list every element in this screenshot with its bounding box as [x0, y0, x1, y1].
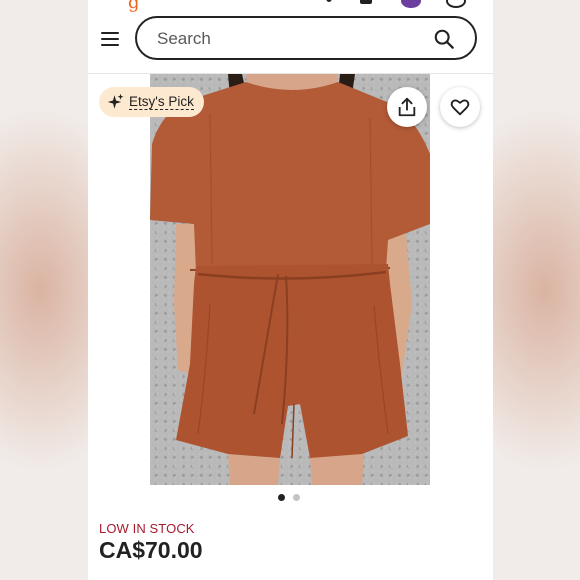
top-bar-fragment: g [88, 0, 493, 13]
garment-illustration [150, 74, 430, 485]
listing-image-carousel[interactable]: Etsy's Pick [88, 74, 493, 486]
carousel-pagination [278, 494, 300, 501]
search-bar[interactable] [135, 16, 477, 60]
favorite-button[interactable] [440, 87, 480, 127]
share-button[interactable] [387, 87, 427, 127]
search-icon[interactable] [433, 28, 455, 50]
bell-icon[interactable] [360, 0, 372, 4]
pagination-dot-active[interactable] [278, 494, 285, 501]
heart-icon [450, 99, 470, 116]
menu-icon [101, 32, 119, 34]
search-input[interactable] [155, 27, 419, 51]
sparkle-icon [107, 93, 124, 109]
favorites-icon[interactable] [326, 0, 332, 2]
menu-button[interactable] [98, 27, 124, 51]
pagination-dot[interactable] [293, 494, 300, 501]
stock-status: LOW IN STOCK [99, 521, 195, 536]
listing-photo[interactable] [150, 74, 430, 485]
account-avatar[interactable] [401, 0, 421, 8]
etsys-pick-badge[interactable]: Etsy's Pick [99, 87, 204, 117]
cart-icon[interactable] [446, 0, 466, 8]
etsy-logo-fragment[interactable]: g [128, 0, 140, 13]
share-icon [398, 97, 416, 117]
app-screen: g Search Etsy's Pick LOW IN STOCK CA$70.… [88, 0, 493, 580]
listing-price: CA$70.00 [99, 537, 203, 563]
badge-label: Etsy's Pick [129, 94, 194, 110]
